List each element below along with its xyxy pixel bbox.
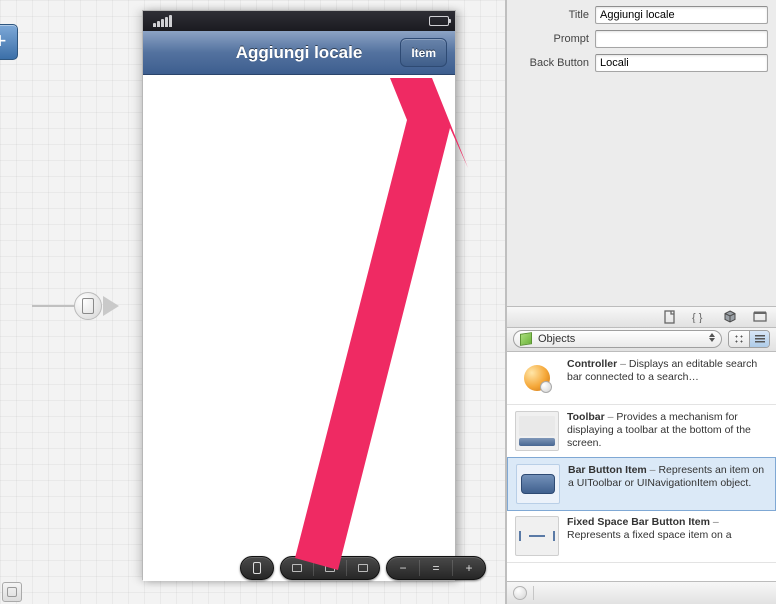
segue-arrow-icon bbox=[103, 296, 119, 316]
navigation-bar[interactable]: Aggiungi locale Item bbox=[143, 31, 455, 75]
back-button-field[interactable] bbox=[595, 54, 768, 72]
iphone-scene[interactable]: Aggiungi locale Item bbox=[142, 10, 456, 580]
grid-view-button[interactable] bbox=[729, 331, 749, 347]
view-body[interactable] bbox=[143, 75, 455, 581]
title-field-label: Title bbox=[515, 9, 589, 21]
bar-button-item-icon bbox=[516, 464, 560, 504]
list-item[interactable]: Fixed Space Bar Button Item – Represents… bbox=[507, 510, 776, 563]
library-tab-row: { } bbox=[507, 306, 776, 328]
battery-icon bbox=[429, 16, 449, 26]
zoom-group-pill[interactable] bbox=[386, 556, 486, 580]
storyboard-canvas[interactable]: + Aggiungi locale Item bbox=[0, 0, 506, 604]
list-item[interactable]: Controller – Displays an editable search… bbox=[507, 352, 776, 405]
title-field[interactable] bbox=[595, 6, 768, 24]
inspector-panel: Title Prompt Back Button { } Objects bbox=[506, 0, 776, 604]
navbar-right-button[interactable]: Item bbox=[400, 38, 447, 67]
signal-icon bbox=[153, 15, 172, 27]
fixed-space-item-icon bbox=[515, 516, 559, 556]
objects-cube-icon bbox=[520, 332, 532, 346]
device-portrait-icon[interactable] bbox=[247, 560, 267, 576]
align-icon-3[interactable] bbox=[353, 560, 373, 576]
align-icon-1[interactable] bbox=[287, 560, 307, 576]
searchbar-controller-icon bbox=[515, 358, 559, 398]
zoom-actual-button[interactable] bbox=[426, 560, 446, 576]
align-group-pill[interactable] bbox=[280, 556, 380, 580]
prompt-field[interactable] bbox=[595, 30, 768, 48]
status-dot-icon bbox=[513, 586, 527, 600]
attributes-section: Title Prompt Back Button bbox=[507, 0, 776, 76]
media-library-tab-icon[interactable] bbox=[750, 309, 770, 325]
align-icon-2[interactable] bbox=[320, 560, 340, 576]
library-item-title: Fixed Space Bar Button Item bbox=[567, 516, 710, 528]
dock-toggle-button[interactable] bbox=[2, 582, 22, 602]
status-bar bbox=[143, 11, 455, 31]
list-item[interactable]: Bar Button Item – Represents an item on … bbox=[507, 457, 776, 511]
svg-text:{ }: { } bbox=[692, 312, 703, 323]
zoom-in-button[interactable] bbox=[459, 560, 479, 576]
library-item-desc: Represents a fixed space item on a bbox=[567, 529, 732, 541]
list-view-button[interactable] bbox=[749, 331, 769, 347]
zoom-out-button[interactable] bbox=[393, 560, 413, 576]
library-item-title: Toolbar bbox=[567, 411, 605, 423]
file-templates-tab-icon[interactable] bbox=[660, 309, 680, 325]
library-category-dropdown[interactable]: Objects bbox=[513, 330, 722, 348]
library-status-bar bbox=[507, 582, 776, 604]
library-item-title: Controller bbox=[567, 358, 617, 370]
prompt-field-label: Prompt bbox=[515, 33, 589, 45]
back-button-field-label: Back Button bbox=[515, 57, 589, 69]
segue-line bbox=[32, 305, 74, 307]
divider bbox=[533, 586, 534, 600]
library-toolbar: Objects bbox=[507, 328, 776, 352]
list-item[interactable]: Toolbar – Provides a mechanism for displ… bbox=[507, 405, 776, 458]
add-scene-button[interactable]: + bbox=[0, 24, 18, 60]
toolbar-icon bbox=[515, 411, 559, 451]
object-library-tab-icon[interactable] bbox=[720, 309, 740, 325]
object-library-list[interactable]: Controller – Displays an editable search… bbox=[507, 352, 776, 583]
library-category-label: Objects bbox=[538, 333, 575, 345]
device-group-pill[interactable] bbox=[240, 556, 274, 580]
segue-node[interactable] bbox=[74, 292, 102, 320]
library-view-toggle[interactable] bbox=[728, 330, 770, 348]
canvas-mini-toolbar bbox=[240, 556, 486, 580]
code-snippets-tab-icon[interactable]: { } bbox=[690, 309, 710, 325]
navbar-title: Aggiungi locale bbox=[236, 43, 363, 63]
library-item-title: Bar Button Item bbox=[568, 464, 647, 476]
